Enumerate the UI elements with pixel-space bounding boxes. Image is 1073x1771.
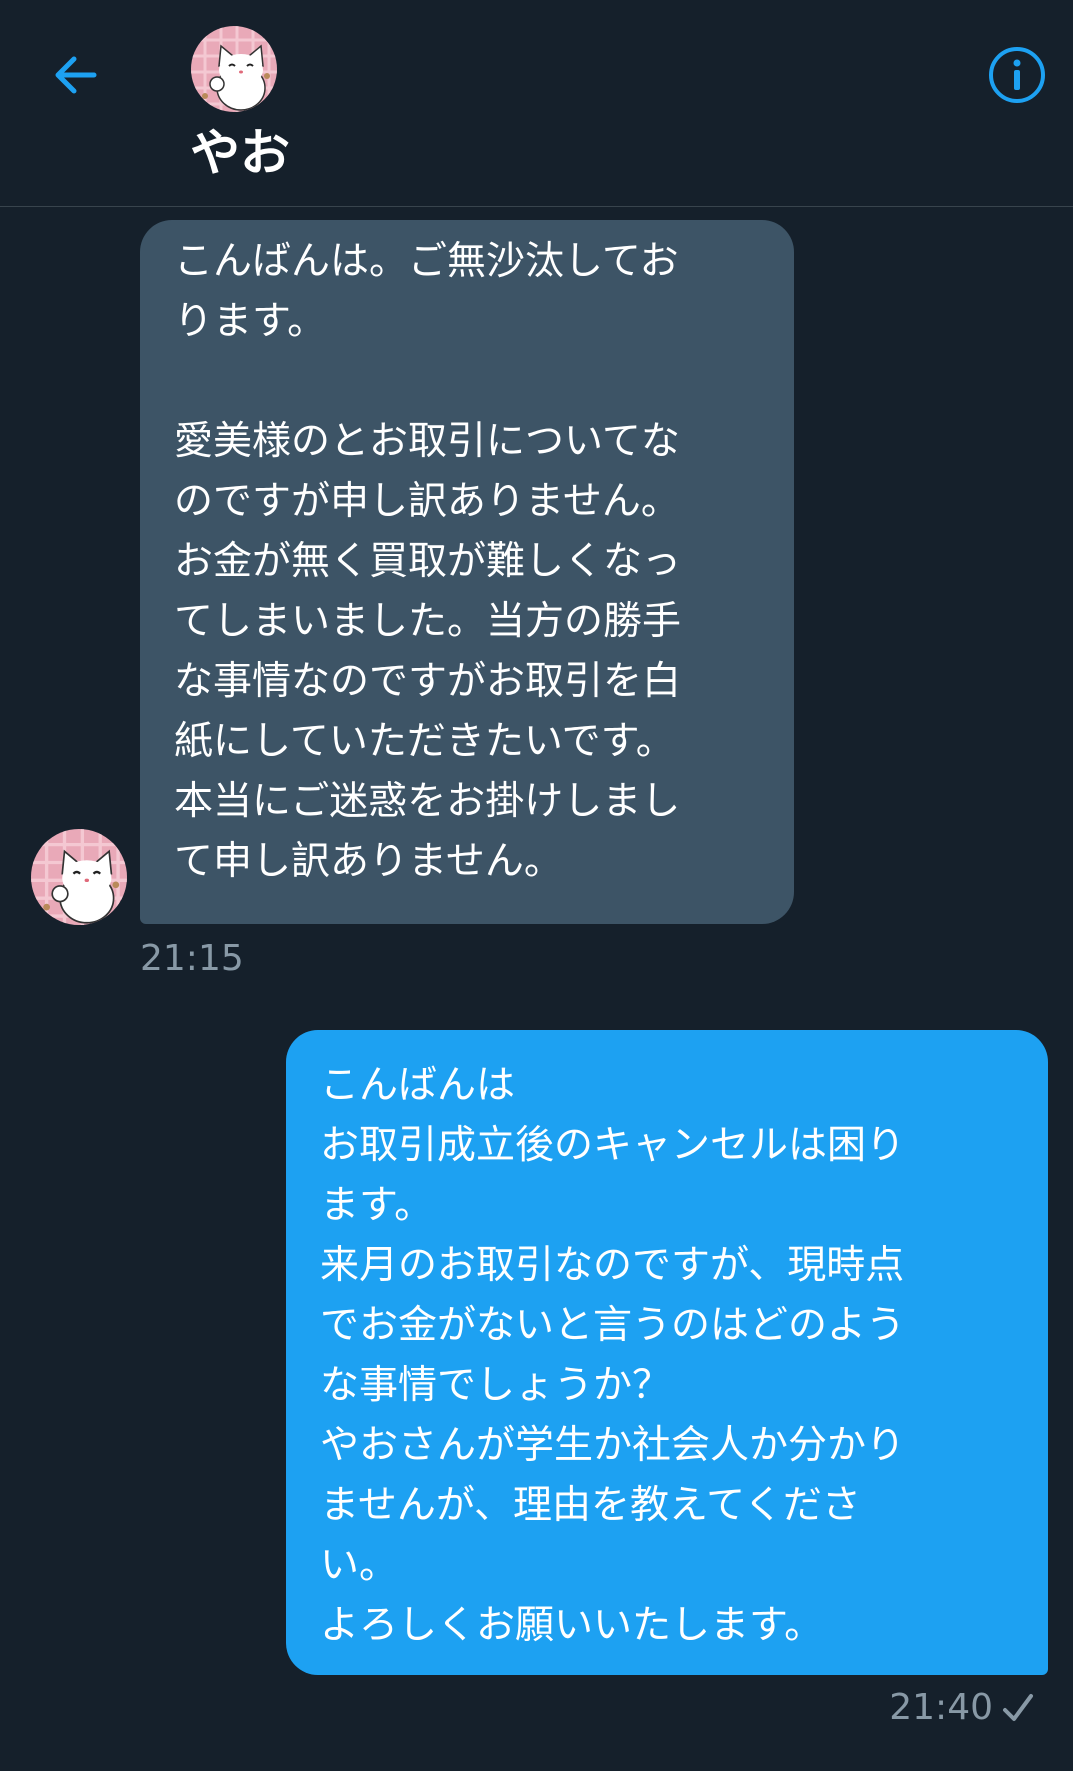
received-message-bubble[interactable]: こんばんは。ご無沙汰してお ります。 愛美様のとお取引についてな のですが申し訳… [140, 220, 794, 924]
conversation-title[interactable]: やお [190, 118, 290, 188]
received-message-timestamp: 21:15 [140, 938, 244, 979]
info-circle-icon [989, 47, 1045, 103]
sent-message-timestamp: 21:40 [889, 1687, 993, 1728]
cat-avatar-icon [31, 829, 127, 925]
arrow-left-icon [55, 56, 97, 94]
dm-conversation-screen: やお こんばんは。ご無沙汰してお ります。 愛美様のとお取引についてな のですが… [0, 0, 1073, 1771]
cat-avatar-icon [191, 26, 277, 112]
info-button[interactable] [984, 42, 1050, 108]
sent-check-icon [1003, 1694, 1033, 1721]
header-avatar[interactable] [191, 26, 277, 112]
conversation-header: やお [0, 0, 1073, 207]
back-button[interactable] [40, 40, 110, 110]
sent-message-bubble[interactable]: こんばんは お取引成立後のキャンセルは困り ます。 来月のお取引なのですが、現時… [286, 1030, 1048, 1675]
sender-avatar[interactable] [31, 829, 127, 925]
